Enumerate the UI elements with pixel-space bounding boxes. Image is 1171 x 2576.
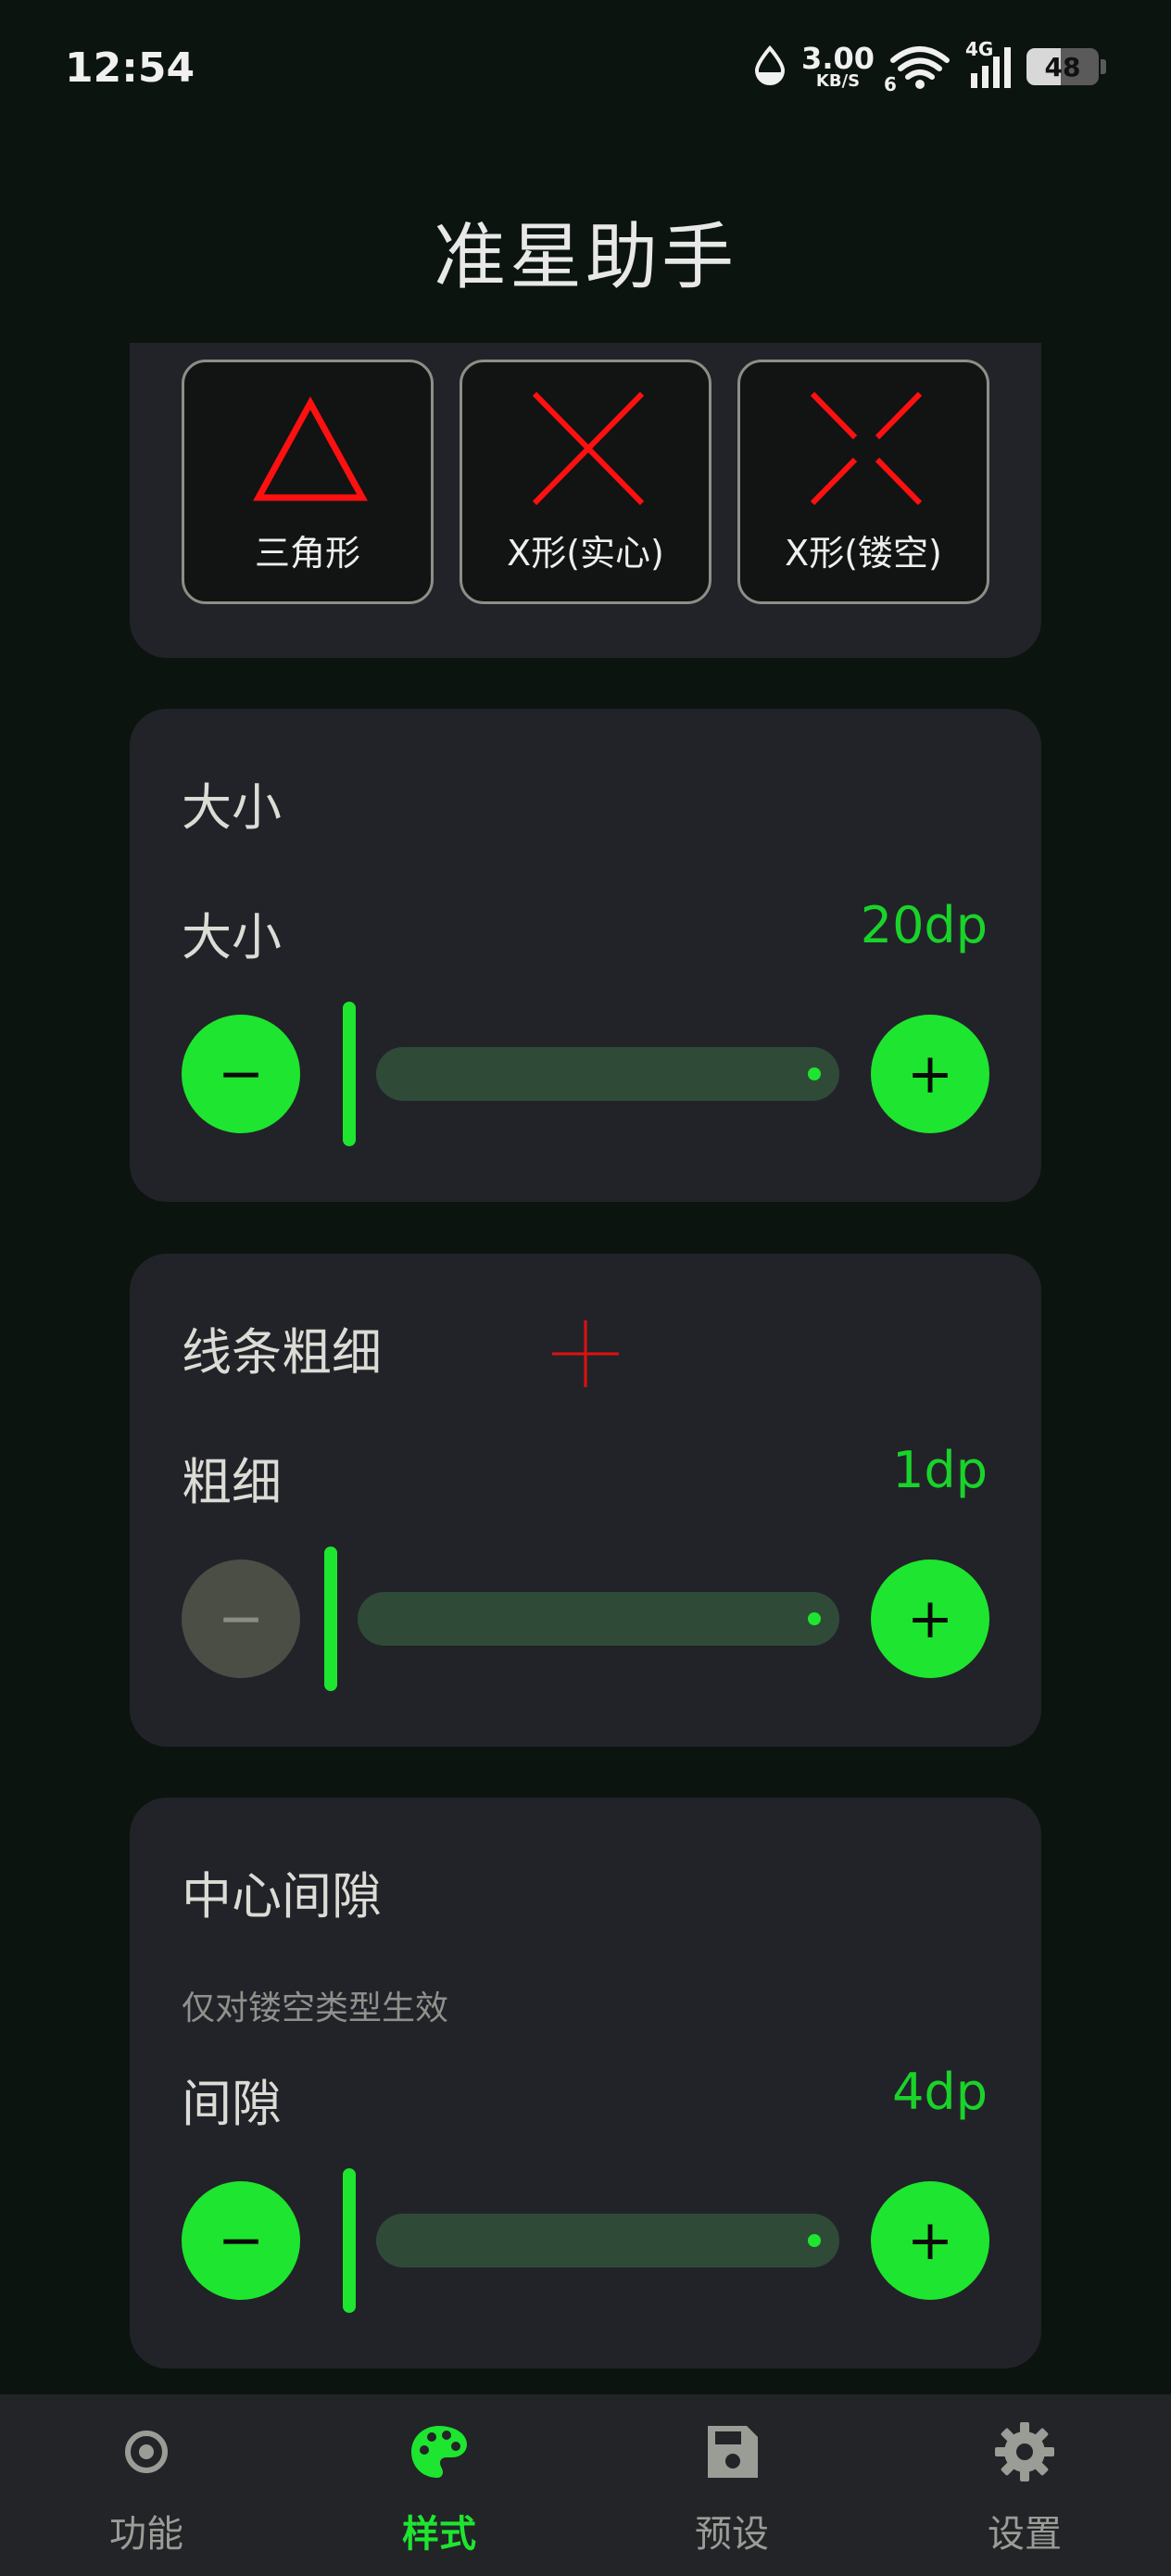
crosshair-preview-icon: [552, 1320, 619, 1387]
palette-icon: [411, 2426, 467, 2478]
plus-icon: +: [906, 1586, 954, 1651]
triangle-icon: [253, 396, 368, 501]
gap-decrease-button[interactable]: −: [182, 2181, 300, 2300]
nav-item-style[interactable]: 样式: [293, 2394, 586, 2576]
x-solid-icon: [532, 391, 645, 506]
size-slider-track[interactable]: [376, 1047, 839, 1101]
minus-icon: −: [217, 1586, 265, 1651]
center-gap-card: 中心间隙 仅对镂空类型生效 间隙 4dp − +: [130, 1798, 1041, 2368]
status-icons: 3.00 KB/S 6 4G 48: [751, 38, 1106, 95]
x-hollow-icon: [810, 391, 923, 506]
wifi-sub-label: 6: [884, 73, 897, 95]
battery-icon: 48: [1026, 48, 1099, 85]
card-title: 中心间隙: [182, 1867, 382, 1926]
wifi-icon: 6: [884, 44, 952, 95]
status-time: 12:54: [65, 44, 195, 92]
bottom-navigation: 功能 样式 预设 设置: [0, 2394, 1171, 2576]
battery-tip: [1101, 59, 1106, 74]
size-decrease-button[interactable]: −: [182, 1015, 300, 1133]
net-speed-value: 3.00: [801, 41, 875, 76]
nav-item-function[interactable]: 功能: [0, 2394, 293, 2576]
status-bar: 12:54 3.00 KB/S 6 4G 48: [0, 0, 1171, 139]
nav-item-presets[interactable]: 预设: [586, 2394, 878, 2576]
nav-label: 预设: [695, 2513, 769, 2556]
nav-item-settings[interactable]: 设置: [878, 2394, 1171, 2576]
nav-label: 功能: [109, 2513, 183, 2556]
minus-icon: −: [217, 1042, 265, 1106]
thickness-label: 粗细: [182, 1453, 282, 1511]
shape-label: 三角形: [254, 533, 360, 574]
gap-slider-thumb[interactable]: [343, 2168, 356, 2313]
net-speed: 3.00 KB/S: [801, 44, 875, 90]
card-title: 大小: [182, 778, 282, 837]
gap-slider-end-dot: [808, 2234, 821, 2247]
line-thickness-card: 线条粗细 粗细 1dp − +: [130, 1254, 1041, 1747]
save-icon: [708, 2426, 758, 2478]
size-slider-end-dot: [808, 1067, 821, 1080]
gap-value: 4dp: [892, 2063, 988, 2121]
size-label: 大小: [182, 908, 282, 966]
target-icon: [125, 2431, 168, 2473]
nav-label: 样式: [402, 2513, 476, 2556]
minus-icon: −: [217, 2208, 265, 2273]
thickness-value: 1dp: [892, 1441, 988, 1499]
size-value: 20dp: [860, 896, 988, 954]
nav-label: 设置: [988, 2513, 1062, 2556]
gap-increase-button[interactable]: +: [871, 2181, 989, 2300]
gear-icon: [995, 2422, 1054, 2481]
page-title: 准星助手: [433, 216, 737, 299]
size-increase-button[interactable]: +: [871, 1015, 989, 1133]
thickness-increase-button[interactable]: +: [871, 1559, 989, 1678]
thickness-slider-track[interactable]: [358, 1592, 839, 1646]
thickness-slider-thumb[interactable]: [324, 1547, 337, 1691]
thickness-slider-end-dot: [808, 1612, 821, 1625]
shape-selector-card: 三角形 X形(实心) X形(镂空): [130, 343, 1041, 658]
gap-slider-track[interactable]: [376, 2214, 839, 2267]
thickness-decrease-button[interactable]: −: [182, 1559, 300, 1678]
card-title: 线条粗细: [182, 1323, 382, 1382]
shape-option-x-hollow[interactable]: X形(镂空): [737, 360, 989, 604]
plus-icon: +: [906, 1042, 954, 1106]
size-card: 大小 大小 20dp − +: [130, 709, 1041, 1202]
shape-option-triangle[interactable]: 三角形: [182, 360, 434, 604]
plus-icon: +: [906, 2208, 954, 2273]
net-speed-unit: KB/S: [815, 71, 861, 91]
shape-label: X形(实心): [507, 533, 664, 574]
gap-hint: 仅对镂空类型生效: [182, 1989, 449, 2027]
gap-label: 间隙: [182, 2075, 282, 2133]
shape-option-x-solid[interactable]: X形(实心): [460, 360, 711, 604]
shape-label: X形(镂空): [785, 533, 942, 574]
cellular-icon: 4G: [965, 38, 1014, 90]
data-saver-icon: [751, 44, 788, 89]
size-slider-thumb[interactable]: [343, 1002, 356, 1146]
battery-level: 48: [1044, 51, 1081, 82]
